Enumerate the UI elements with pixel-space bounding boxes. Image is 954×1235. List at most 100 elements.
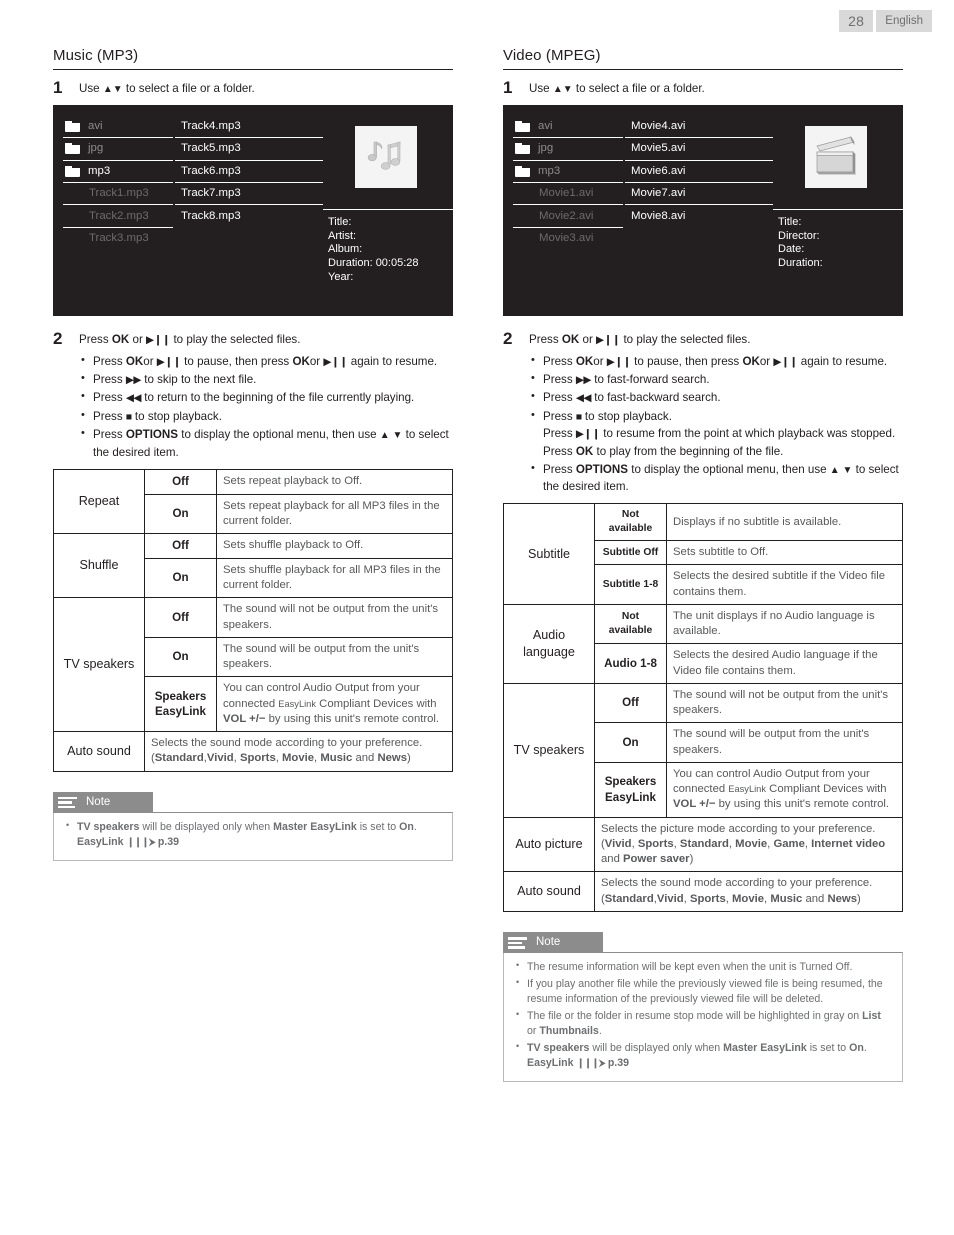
option-description: Selects the sound mode according to your… bbox=[594, 871, 903, 912]
film-clapper-icon bbox=[816, 135, 856, 175]
folder-label: jpg bbox=[538, 142, 554, 155]
option-value[interactable]: On bbox=[144, 557, 217, 599]
folder-row[interactable]: mp3 bbox=[63, 161, 173, 183]
file-label: Movie8.avi bbox=[631, 210, 686, 223]
folder-icon bbox=[515, 143, 530, 155]
option-value[interactable]: Not available bbox=[594, 503, 667, 542]
option-name: Shuffle bbox=[53, 533, 145, 599]
option-value[interactable]: On bbox=[594, 722, 667, 763]
updown-arrows-icon: ▲▼ bbox=[552, 84, 573, 95]
folder-row[interactable]: jpg bbox=[513, 138, 623, 161]
file-row[interactable]: Movie3.avi bbox=[513, 228, 623, 250]
file-label: Track5.mp3 bbox=[181, 142, 241, 155]
file-pane: Track4.mp3 Track5.mp3 Track6.mp3 Track7.mp3… bbox=[175, 116, 323, 228]
folder-row[interactable]: avi bbox=[63, 116, 173, 139]
video-note-box: Note The resume information will be kept… bbox=[503, 931, 903, 1083]
metadata-line: Director: bbox=[778, 229, 820, 242]
folder-icon bbox=[515, 165, 530, 177]
metadata-line: Title: bbox=[778, 215, 802, 228]
option-name: Audio language bbox=[503, 603, 595, 684]
option-value[interactable]: Off bbox=[144, 469, 217, 495]
metadata-line: Album: bbox=[328, 243, 363, 256]
video-step-1: 1 Use ▲▼ to select a file or a folder. bbox=[503, 79, 903, 98]
file-row[interactable]: Track7.mp3 bbox=[175, 183, 323, 206]
file-row[interactable]: Movie4.avi bbox=[625, 116, 773, 139]
option-value[interactable]: Off bbox=[144, 533, 217, 559]
folder-row[interactable]: jpg bbox=[63, 138, 173, 161]
file-row[interactable]: Movie8.avi bbox=[625, 205, 773, 227]
option-value[interactable]: Speakers EasyLink bbox=[594, 761, 667, 818]
music-note-icon bbox=[367, 141, 401, 170]
list-item: Press ■ to stop playback.Press ▶❙❙ to re… bbox=[529, 407, 903, 460]
option-name: Repeat bbox=[53, 468, 145, 535]
file-row[interactable]: Track6.mp3 bbox=[175, 161, 323, 183]
metadata-line: Title: bbox=[328, 215, 352, 228]
table-row: Subtitle Not available Displays if no subt… bbox=[503, 503, 903, 605]
file-row[interactable]: Track1.mp3 bbox=[63, 183, 173, 206]
file-label: Track3.mp3 bbox=[89, 232, 149, 245]
option-description: The sound will not be output from the un… bbox=[666, 682, 903, 724]
step2-lead: Press OK or ▶❙❙ to play the selected fil… bbox=[529, 332, 751, 346]
file-row[interactable]: Track8.mp3 bbox=[175, 205, 323, 227]
play-pause-icon: ▶❙❙ bbox=[146, 333, 171, 346]
file-row[interactable]: Track2.mp3 bbox=[63, 205, 173, 228]
folder-icon bbox=[515, 120, 530, 132]
option-description: Selects the picture mode according to yo… bbox=[594, 816, 903, 873]
option-value[interactable]: On bbox=[144, 636, 217, 678]
music-metadata-panel: Title: Artist: Album: Duration: 00:05:28 Yea… bbox=[323, 208, 453, 285]
option-name: TV speakers bbox=[503, 682, 595, 818]
folder-pane: avi jpg mp3 Track1.mp3 Track2.mp3 Track3.mp3 bbox=[63, 116, 173, 250]
music-step2-bullets: Press OKor ▶❙❙ to pause, then press OKor… bbox=[79, 352, 453, 461]
list-item: The resume information will be kept even… bbox=[514, 959, 892, 975]
video-step2-bullets: Press OKor ▶❙❙ to pause, then press OKor… bbox=[529, 352, 903, 496]
file-row[interactable]: Track3.mp3 bbox=[63, 228, 173, 250]
section-title-video: Video (MPEG) bbox=[503, 47, 903, 70]
file-pane: Movie4.avi Movie5.avi Movie6.avi Movie7.avi… bbox=[625, 116, 773, 228]
file-row[interactable]: Movie6.avi bbox=[625, 161, 773, 183]
folder-row[interactable]: mp3 bbox=[513, 161, 623, 183]
file-row[interactable]: Movie7.avi bbox=[625, 183, 773, 206]
option-name: Auto picture bbox=[503, 816, 595, 873]
option-value[interactable]: Subtitle 1-8 bbox=[594, 564, 667, 605]
file-row[interactable]: Movie1.avi bbox=[513, 183, 623, 206]
option-description: Sets repeat playback to Off. bbox=[216, 469, 453, 495]
folder-label: mp3 bbox=[538, 164, 561, 177]
note-body: The resume information will be kept even… bbox=[503, 951, 903, 1083]
option-name: TV speakers bbox=[53, 597, 145, 733]
file-row[interactable]: Movie2.avi bbox=[513, 205, 623, 228]
music-section: Music (MP3) 1 Use ▲▼ to select a file or… bbox=[53, 47, 453, 861]
file-label: Track1.mp3 bbox=[89, 187, 149, 200]
file-label: Track8.mp3 bbox=[181, 210, 241, 223]
table-row: Shuffle Off Sets shuffle playback to Off. bbox=[53, 533, 453, 599]
option-description: Selects the desired subtitle if the Vide… bbox=[666, 564, 903, 605]
table-row: Repeat Off Sets repeat playback to Off. bbox=[53, 468, 453, 535]
table-row: TV speakers Off The sound will not be outp… bbox=[503, 682, 903, 818]
updown-arrows-icon: ▲▼ bbox=[102, 84, 123, 95]
option-value[interactable]: Subtitle Off bbox=[594, 540, 667, 566]
folder-row[interactable]: avi bbox=[513, 116, 623, 139]
step-number: 1 bbox=[53, 78, 63, 97]
option-value[interactable]: Audio 1-8 bbox=[594, 643, 667, 684]
file-row[interactable]: Track4.mp3 bbox=[175, 116, 323, 139]
step-number: 2 bbox=[53, 328, 63, 348]
option-description: The unit displays if no Audio language i… bbox=[666, 603, 903, 645]
folder-icon bbox=[65, 143, 80, 155]
metadata-line: Artist: bbox=[328, 229, 357, 242]
option-value[interactable]: Off bbox=[594, 682, 667, 724]
option-value[interactable]: Off bbox=[144, 597, 217, 638]
note-header: Note bbox=[53, 791, 153, 813]
file-label: Movie3.avi bbox=[539, 232, 594, 245]
file-row[interactable]: Track5.mp3 bbox=[175, 138, 323, 161]
list-item: Press ◀◀ to fast-backward search. bbox=[529, 388, 903, 406]
file-row[interactable]: Movie5.avi bbox=[625, 138, 773, 161]
film-clapper-thumbnail bbox=[805, 125, 867, 188]
option-description: The sound will not be output from the un… bbox=[216, 597, 453, 638]
page-header: 28 English bbox=[839, 10, 932, 32]
folder-pane: avi jpg mp3 Movie1.avi Movie2.avi Movie3.avi bbox=[513, 116, 623, 250]
option-value[interactable]: On bbox=[144, 493, 217, 535]
option-value[interactable]: Speakers EasyLink bbox=[144, 676, 217, 733]
option-description: Displays if no subtitle is available. bbox=[666, 503, 903, 542]
option-value[interactable]: Not available bbox=[594, 603, 667, 645]
page-number: 28 bbox=[839, 10, 874, 32]
file-label: Movie7.avi bbox=[631, 187, 686, 200]
